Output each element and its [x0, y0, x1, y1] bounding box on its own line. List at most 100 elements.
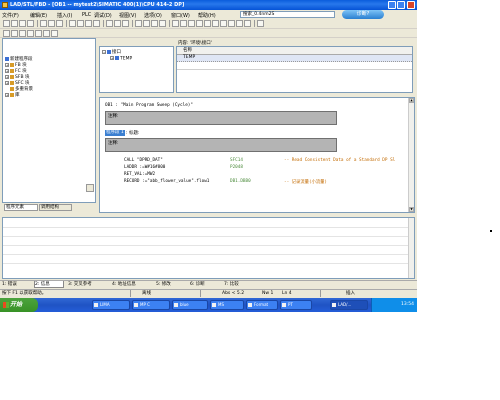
maximize-button[interactable] — [397, 1, 405, 9]
network-label[interactable]: 程序段 1 — [105, 130, 125, 136]
expand-icon[interactable]: + — [5, 68, 9, 73]
block-title[interactable]: OB1 : "Main Program Sweep (Cycle)" — [105, 103, 193, 108]
menu-plc[interactable]: PLC — [82, 12, 91, 18]
save-icon[interactable] — [19, 20, 26, 27]
expand-icon[interactable]: + — [5, 92, 9, 97]
stl-line[interactable]: RECORD :="abb_flower_value".flow1 — [124, 179, 209, 184]
close-branch-icon[interactable] — [43, 30, 50, 37]
address-icon[interactable] — [236, 20, 243, 27]
tab-program-elements[interactable]: 程序元素 — [4, 204, 38, 211]
minimize-button[interactable] — [388, 1, 396, 9]
expand-icon[interactable]: + — [110, 56, 114, 60]
interface-root-item[interactable]: − 接口 — [102, 49, 121, 55]
table-row-empty[interactable] — [177, 63, 412, 70]
table-row[interactable]: TEMP — [177, 55, 412, 62]
variable-icon — [115, 56, 119, 60]
menu-file[interactable]: 文件(F) — [2, 12, 19, 19]
step-icon[interactable] — [151, 20, 158, 27]
expand-icon[interactable]: + — [5, 74, 9, 79]
upload-icon[interactable] — [77, 20, 84, 27]
folder-icon — [10, 80, 14, 85]
contact-nc-icon[interactable] — [11, 30, 18, 37]
download-icon[interactable] — [69, 20, 76, 27]
overview-icon[interactable] — [172, 20, 179, 27]
zoom-fit-icon[interactable] — [204, 20, 211, 27]
fbd-view-icon[interactable] — [122, 20, 129, 27]
monitor-icon[interactable] — [135, 20, 142, 27]
taskbar-item[interactable]: MS — [210, 300, 244, 310]
menu-help[interactable]: 帮助(H) — [198, 12, 216, 19]
online-icon[interactable] — [85, 20, 92, 27]
collapse-icon[interactable]: − — [102, 49, 106, 54]
cut-icon[interactable] — [40, 20, 47, 27]
vertical-scrollbar[interactable]: ▲ ▼ — [408, 98, 414, 212]
expand-icon[interactable]: + — [5, 80, 9, 85]
title-bar[interactable]: LAD/STL/FBD - [OB1 -- mytest2\SIMATIC 40… — [0, 0, 417, 10]
new-network-icon[interactable] — [51, 30, 58, 37]
taskbar-item[interactable]: LIMA — [92, 300, 130, 310]
menu-window[interactable]: 窗口(W) — [171, 12, 190, 19]
taskbar-item[interactable]: PT — [280, 300, 312, 310]
search-input[interactable]: 搜索_0.4nm2S — [240, 11, 335, 18]
menu-view[interactable]: 视图(V) — [119, 12, 136, 19]
interface-temp-item[interactable]: + TEMP — [110, 56, 132, 62]
tab-errors[interactable]: 1: 错误 — [2, 281, 32, 288]
tab-cross-reference[interactable]: 3: 交叉参考 — [68, 281, 108, 288]
tab-address-info[interactable]: 4: 地址信息 — [112, 281, 152, 288]
taskbar-item[interactable]: Format — [246, 300, 278, 310]
context-help-icon[interactable] — [257, 20, 264, 27]
taskbar-item[interactable]: blue — [172, 300, 208, 310]
code-editor[interactable]: OB1 : "Main Program Sweep (Cycle)" 注释: 程… — [99, 97, 415, 213]
network-comment[interactable]: 注释: — [105, 138, 337, 152]
contact-no-icon[interactable] — [3, 30, 10, 37]
menu-edit[interactable]: 编辑(E) — [30, 12, 47, 19]
pane-resize-icon[interactable] — [86, 184, 94, 192]
comment-icon[interactable] — [228, 20, 235, 27]
taskbar-item-active[interactable]: LAD/... — [330, 300, 368, 310]
start-button[interactable]: 开始 — [0, 298, 38, 312]
coil-icon[interactable] — [19, 30, 26, 37]
block-comment[interactable]: 注释: — [105, 111, 337, 125]
menu-options[interactable]: 选项(O) — [144, 12, 162, 19]
menu-insert[interactable]: 插入(I) — [57, 12, 72, 19]
details-icon[interactable] — [180, 20, 187, 27]
scroll-down-icon[interactable]: ▼ — [409, 207, 414, 212]
zoom-out-icon[interactable] — [196, 20, 203, 27]
grid-icon[interactable] — [212, 20, 219, 27]
step-over-icon[interactable] — [159, 20, 166, 27]
tab-info[interactable]: 2: 信息 — [34, 281, 64, 288]
menu-debug[interactable]: 调试(D) — [94, 12, 112, 19]
paste-icon[interactable] — [56, 20, 63, 27]
taskbar-item[interactable]: MP C — [132, 300, 170, 310]
open-branch-icon[interactable] — [35, 30, 42, 37]
scroll-up-icon[interactable]: ▲ — [409, 98, 414, 103]
stl-symbol: DB1.DBB0 — [230, 179, 251, 184]
print-icon[interactable] — [27, 20, 34, 27]
window-icon[interactable] — [244, 20, 251, 27]
column-header-name[interactable]: 名称 — [177, 47, 412, 55]
expand-icon[interactable]: + — [5, 62, 9, 67]
help-button[interactable]: 诊断? — [342, 10, 384, 19]
tab-diagnostics[interactable]: 6: 诊断 — [190, 281, 220, 288]
lad-view-icon[interactable] — [106, 20, 113, 27]
open-icon[interactable] — [11, 20, 18, 27]
breakpoint-icon[interactable] — [143, 20, 150, 27]
tree-item-library[interactable]: + 库 — [5, 92, 20, 98]
stl-view-icon[interactable] — [114, 20, 121, 27]
stl-line[interactable]: CALL "DPRD_DAT" — [124, 158, 163, 163]
close-button[interactable] — [407, 1, 415, 9]
tab-call-structure[interactable]: 调用结构 — [39, 204, 72, 211]
stl-line[interactable]: LADDR :=W#16#800 — [124, 165, 165, 170]
zoom-in-icon[interactable] — [188, 20, 195, 27]
new-icon[interactable] — [3, 20, 10, 27]
clock[interactable]: 13:54 — [401, 302, 414, 307]
network-title[interactable]: : 标题: — [126, 130, 139, 136]
details-scrollbar[interactable] — [408, 218, 414, 278]
symbol-icon[interactable] — [220, 20, 227, 27]
stl-line[interactable]: RET_VAL:=MW2 — [124, 172, 155, 177]
offline-icon[interactable] — [93, 20, 100, 27]
tab-modify[interactable]: 5: 修改 — [156, 281, 186, 288]
tab-compare[interactable]: 7: 比较 — [224, 281, 254, 288]
box-icon[interactable] — [27, 30, 34, 37]
copy-icon[interactable] — [48, 20, 55, 27]
